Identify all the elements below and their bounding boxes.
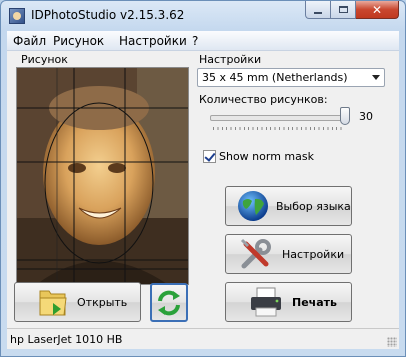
print-button[interactable]: Печать: [225, 282, 352, 322]
printer-icon: [251, 287, 281, 317]
caption-buttons: ✕: [305, 1, 399, 20]
format-dropdown[interactable]: 35 x 45 mm (Netherlands): [197, 68, 385, 87]
menu-bar: Файл Рисунок Настройки ?: [7, 31, 399, 51]
language-button-label: Выбор языка: [276, 199, 351, 213]
count-slider-track[interactable]: [210, 115, 345, 121]
rotate-icon: [158, 290, 180, 315]
globe-icon: [238, 191, 268, 221]
photo-preview[interactable]: [16, 67, 189, 285]
minimize-icon: [314, 11, 322, 14]
count-slider-thumb[interactable]: [340, 107, 350, 125]
language-button[interactable]: Выбор языка: [225, 186, 352, 226]
slider-ticks: [213, 127, 345, 130]
tools-icon: [240, 238, 271, 269]
minimize-button[interactable]: [305, 1, 331, 19]
printer-status: hp LaserJet 1010 HB: [10, 333, 123, 346]
main-window: IDPhotoStudio v2.15.3.62 ✕ Файл Рисунок …: [0, 0, 406, 357]
menu-help[interactable]: ?: [192, 34, 198, 48]
format-selected: 35 x 45 mm (Netherlands): [202, 71, 348, 84]
settings-group-label: Настройки: [199, 53, 262, 66]
close-icon: ✕: [371, 2, 383, 17]
menu-picture[interactable]: Рисунок: [53, 34, 104, 48]
settings-button[interactable]: Настройки: [225, 234, 352, 274]
settings-button-label: Настройки: [282, 247, 345, 261]
folder-icon: [39, 290, 67, 316]
show-norm-mask-checkbox[interactable]: [203, 150, 216, 163]
app-icon[interactable]: [9, 8, 25, 24]
maximize-icon: [338, 6, 348, 13]
status-bar: hp LaserJet 1010 HB: [7, 328, 399, 349]
chevron-down-icon[interactable]: [367, 69, 384, 86]
open-button[interactable]: Открыть: [14, 282, 141, 322]
count-value: 30: [359, 110, 373, 123]
count-label: Количество рисунков:: [199, 93, 328, 106]
menu-settings[interactable]: Настройки: [119, 34, 187, 48]
close-button[interactable]: ✕: [356, 1, 399, 19]
menu-file[interactable]: Файл: [13, 34, 46, 48]
open-button-label: Открыть: [77, 295, 128, 309]
photo-group-label: Рисунок: [21, 53, 68, 66]
show-norm-mask-label[interactable]: Show norm mask: [219, 150, 314, 163]
rotate-button[interactable]: [150, 283, 188, 322]
resize-grip-icon[interactable]: [387, 337, 397, 347]
print-button-label: Печать: [292, 295, 337, 309]
title-bar[interactable]: IDPhotoStudio v2.15.3.62 ✕: [1, 1, 405, 31]
client-area: Файл Рисунок Настройки ? Рисунок Настрой…: [7, 31, 399, 349]
portrait-image: [17, 68, 188, 284]
maximize-button[interactable]: [331, 1, 356, 19]
window-title: IDPhotoStudio v2.15.3.62: [31, 8, 185, 22]
